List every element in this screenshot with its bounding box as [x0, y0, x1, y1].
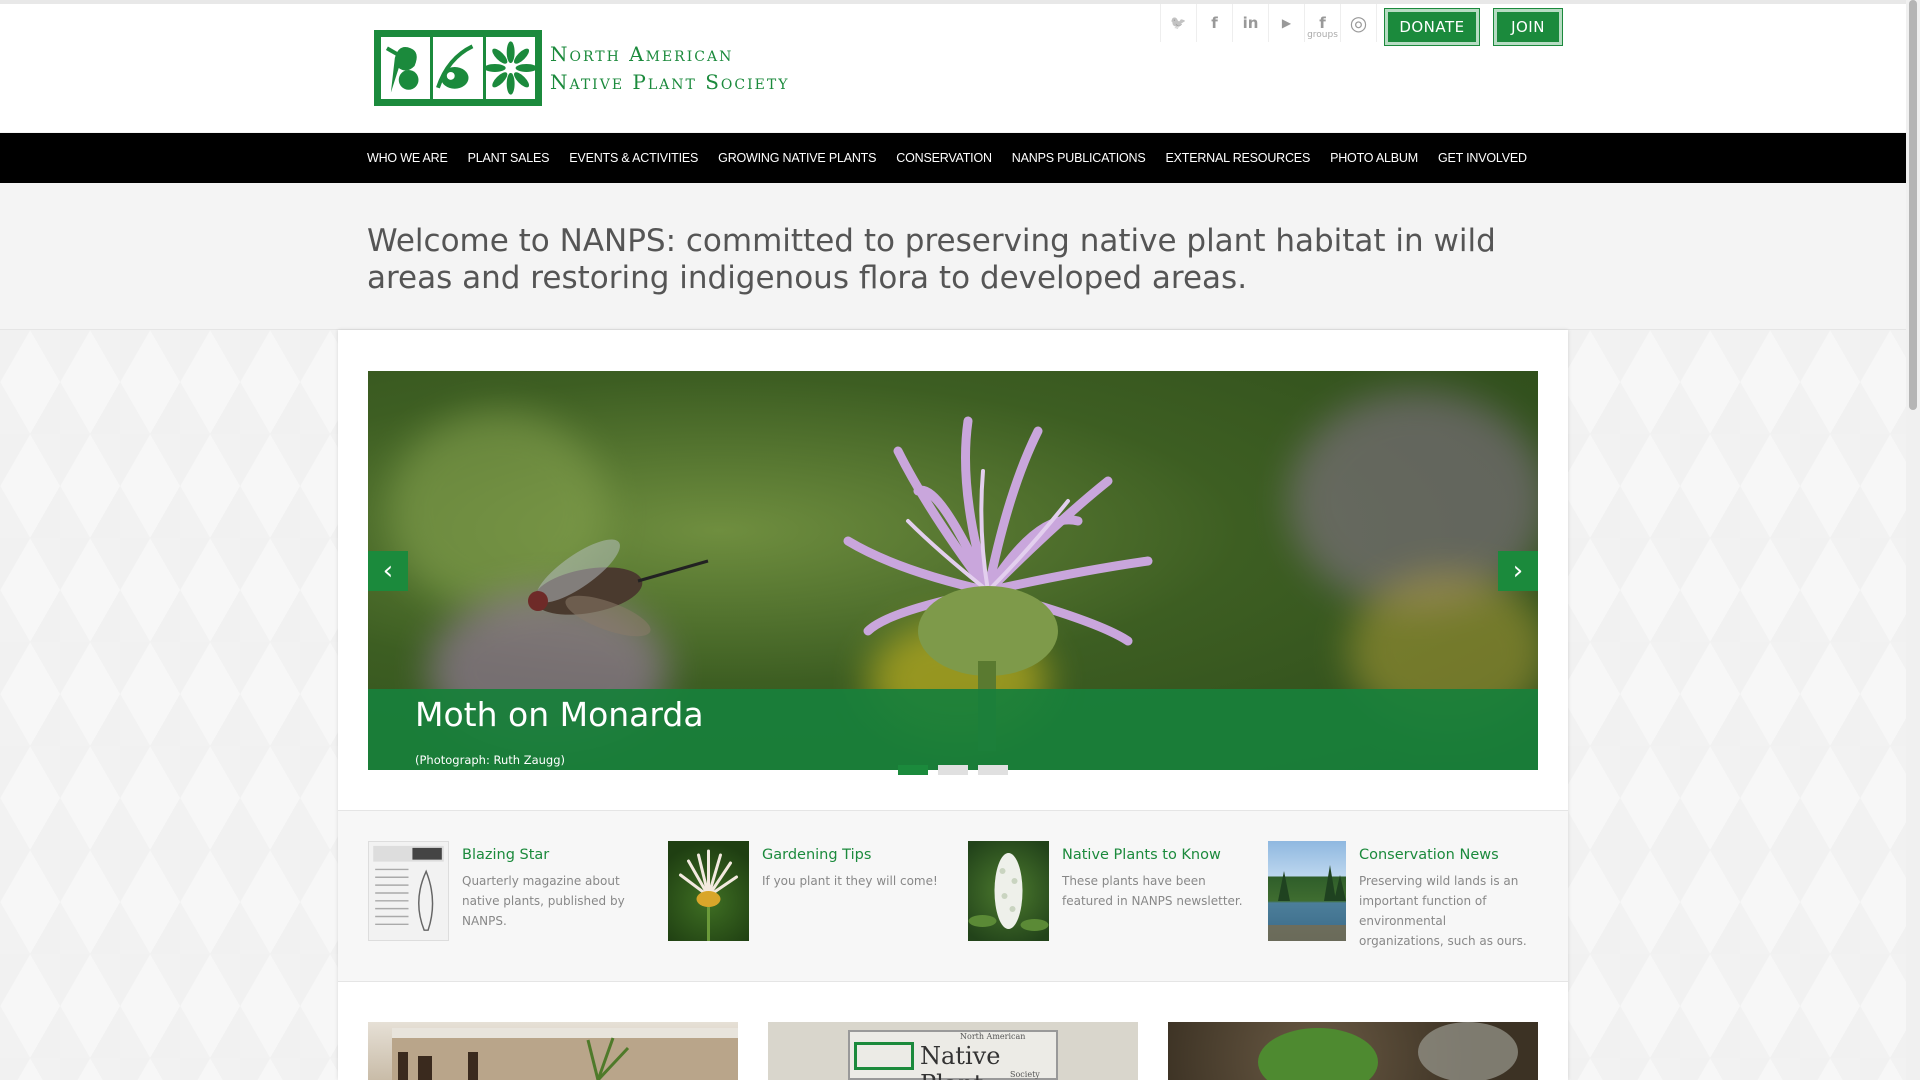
nav-plant-sales[interactable]: PLANT SALES: [468, 151, 550, 165]
lake-landscape-image: [1268, 865, 1346, 941]
slider-dot-3[interactable]: [978, 765, 1008, 775]
facebook-glyph: f: [1211, 14, 1218, 32]
facebook-icon[interactable]: f: [1197, 4, 1233, 42]
twitter-glyph: 🐦: [1170, 15, 1187, 31]
feature-row: Blazing Star Quarterly magazine about nat…: [338, 810, 1568, 982]
nav-conservation[interactable]: CONSERVATION: [896, 151, 992, 165]
groups-label: groups: [1307, 30, 1338, 40]
welcome-heading: Welcome to NANPS: committed to preservin…: [367, 223, 1496, 296]
image-slider: ‹ › Moth on Monarda (Photograph: Ruth Za…: [368, 371, 1538, 770]
nav-who-we-are[interactable]: WHO WE ARE: [367, 151, 448, 165]
logo-line-2: Native Plant Society: [550, 70, 790, 94]
forest-floor-image: [1258, 1022, 1518, 1080]
feature-title[interactable]: Gardening Tips: [762, 847, 952, 863]
feature-conservation-news: Conservation News Preserving wild lands i…: [1268, 841, 1558, 951]
nav-events-activities[interactable]: EVENTS & ACTIVITIES: [569, 151, 698, 165]
join-button[interactable]: JOIN: [1493, 8, 1563, 46]
donate-button[interactable]: DONATE: [1384, 8, 1480, 46]
site-logo[interactable]: North American Native Plant Society: [374, 28, 826, 108]
logo-mark-icon: [374, 30, 542, 106]
photo-tile-banner[interactable]: North American Native Plant Society: [768, 1022, 1138, 1080]
feature-title[interactable]: Conservation News: [1359, 847, 1534, 863]
logo-text: North American Native Plant Society: [550, 40, 789, 96]
conservation-news-thumbnail[interactable]: [1268, 841, 1346, 941]
feature-gardening-tips: Gardening Tips If you plant it they will …: [668, 841, 948, 941]
youtube-glyph: ▶: [1281, 16, 1292, 30]
facebook-groups-icon[interactable]: f groups: [1305, 4, 1341, 42]
scrollbar-thumb[interactable]: [1909, 0, 1917, 410]
blazing-star-thumbnail[interactable]: [368, 841, 449, 941]
feature-desc: If you plant it they will come!: [762, 874, 938, 888]
coneflower-image: [679, 849, 738, 941]
slide-credit: (Photograph: Ruth Zaugg): [415, 753, 565, 767]
linkedin-icon[interactable]: in: [1233, 4, 1269, 42]
instagram-icon[interactable]: ◎: [1341, 4, 1377, 42]
twitter-icon[interactable]: 🐦: [1161, 4, 1197, 42]
nav-nanps-publications[interactable]: NANPS PUBLICATIONS: [1012, 151, 1146, 165]
logo-line-1: North American: [550, 42, 734, 66]
gardening-tips-thumbnail[interactable]: [668, 841, 749, 941]
moth-image: [528, 539, 709, 637]
main-content: ‹ › Moth on Monarda (Photograph: Ruth Za…: [338, 330, 1568, 1080]
society-banner: North American Native Plant Society: [848, 1030, 1058, 1080]
nav-get-involved[interactable]: GET INVOLVED: [1438, 151, 1527, 165]
banner-line-1: North American: [960, 1032, 1026, 1041]
slider-next-button[interactable]: ›: [1498, 551, 1538, 591]
main-nav: WHO WE ARE PLANT SALES EVENTS & ACTIVITI…: [0, 133, 1906, 183]
nav-photo-album[interactable]: PHOTO ALBUM: [1330, 151, 1418, 165]
site-header: North American Native Plant Society 🐦 f …: [0, 4, 1906, 132]
youtube-icon[interactable]: ▶: [1269, 4, 1305, 42]
page-scrollbar[interactable]: [1906, 0, 1920, 1080]
building-interior-image: [392, 1028, 738, 1080]
banner-logo-icon: [854, 1042, 914, 1070]
nav-growing-native-plants[interactable]: GROWING NATIVE PLANTS: [718, 151, 876, 165]
slide-caption: Moth on Monarda (Photograph: Ruth Zaugg): [368, 689, 1538, 770]
magazine-cover-image: [373, 845, 444, 931]
feature-blazing-star: Blazing Star Quarterly magazine about nat…: [368, 841, 648, 941]
slider-pagination: [898, 765, 1008, 775]
feature-native-plants-to-know: Native Plants to Know These plants have b…: [968, 841, 1258, 941]
white-flower-spike-image: [968, 853, 1049, 931]
slider-dot-1[interactable]: [898, 765, 928, 775]
photo-tile-building[interactable]: [368, 1022, 738, 1080]
slide-title: Moth on Monarda: [415, 695, 704, 734]
banner-sub: Society: [1010, 1070, 1040, 1079]
feature-title[interactable]: Native Plants to Know: [1062, 847, 1247, 863]
feature-title[interactable]: Blazing Star: [462, 847, 632, 863]
native-plants-thumbnail[interactable]: [968, 841, 1049, 941]
linkedin-glyph: in: [1242, 14, 1259, 32]
slider-dot-2[interactable]: [938, 765, 968, 775]
welcome-banner: Welcome to NANPS: committed to preservin…: [0, 183, 1906, 330]
feature-desc: Quarterly magazine about native plants, …: [462, 874, 625, 928]
slider-prev-button[interactable]: ‹: [368, 551, 408, 591]
feature-desc: Preserving wild lands is an important fu…: [1359, 874, 1527, 948]
feature-desc: These plants have been featured in NANPS…: [1062, 874, 1243, 908]
instagram-glyph: ◎: [1349, 11, 1368, 35]
nav-external-resources[interactable]: EXTERNAL RESOURCES: [1166, 151, 1311, 165]
photo-tile-forest-floor[interactable]: [1168, 1022, 1538, 1080]
social-links: 🐦 f in ▶ f groups ◎: [1160, 4, 1377, 42]
photo-tiles: North American Native Plant Society: [368, 1022, 1538, 1080]
